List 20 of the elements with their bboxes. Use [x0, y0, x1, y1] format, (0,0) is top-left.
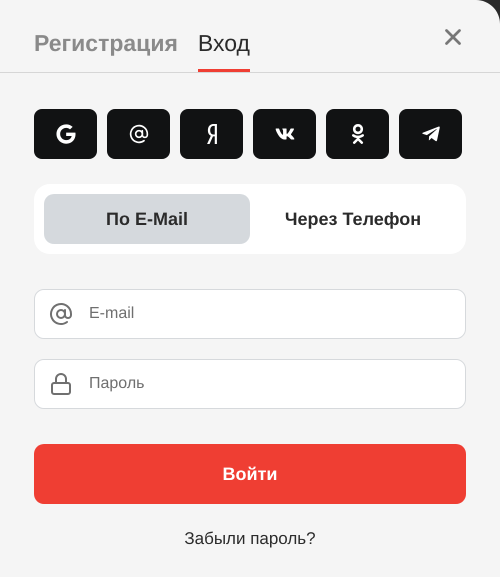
social-login-button[interactable]: [107, 109, 170, 159]
lock-icon: [49, 372, 73, 396]
input-field[interactable]: Пароль: [34, 359, 466, 409]
social-login-button[interactable]: [180, 109, 243, 159]
at-sign-icon: [128, 124, 148, 144]
method-option[interactable]: Через Телефон: [250, 194, 456, 244]
text-input[interactable]: Пароль: [89, 372, 451, 396]
input-field[interactable]: E-mail: [34, 289, 466, 339]
social-login-button[interactable]: [326, 109, 389, 159]
method-option[interactable]: По E-Mail: [44, 194, 250, 244]
social-login-button[interactable]: [399, 109, 462, 159]
google-icon: [56, 124, 76, 144]
forgot-password-link[interactable]: Забыли пароль?: [184, 526, 316, 552]
paper-plane-icon: [420, 124, 440, 144]
login-button[interactable]: Войти: [34, 444, 466, 504]
social-login-button[interactable]: [34, 109, 97, 159]
at-sign-icon: [49, 302, 73, 326]
tab[interactable]: Вход: [198, 0, 250, 72]
text-input[interactable]: E-mail: [89, 302, 451, 326]
social-login-button[interactable]: [253, 109, 316, 159]
